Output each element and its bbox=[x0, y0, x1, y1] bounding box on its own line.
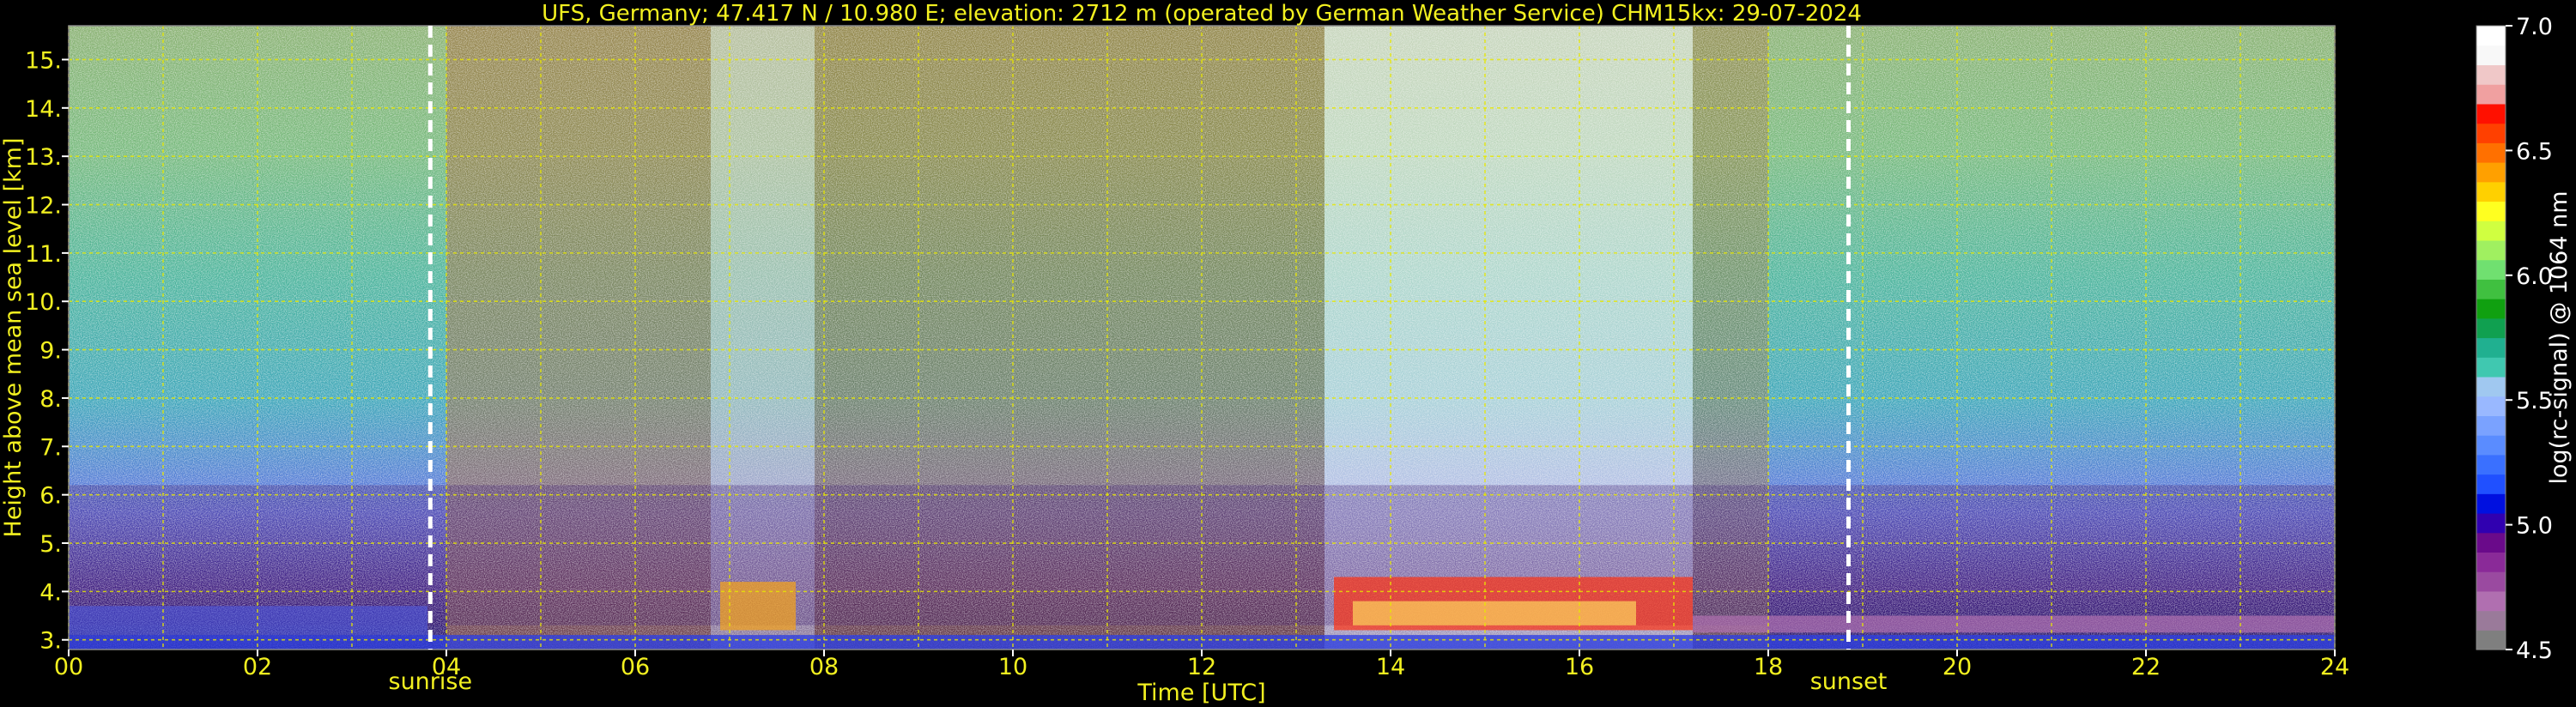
y-tick-label: 14. bbox=[25, 96, 62, 123]
colorbar-swatch bbox=[2476, 103, 2506, 124]
chart-canvas: UFS, Germany; 47.417 N / 10.980 E; eleva… bbox=[0, 1, 2573, 706]
colorbar-swatch bbox=[2476, 493, 2506, 514]
y-tick-label: 6. bbox=[39, 483, 62, 510]
x-tick-label: 16 bbox=[1565, 654, 1594, 680]
colorbar-swatch bbox=[2476, 396, 2506, 416]
x-tick-label: 12 bbox=[1187, 654, 1216, 680]
colorbar-swatch bbox=[2476, 571, 2506, 592]
colorbar-swatch bbox=[2476, 162, 2506, 183]
colorbar-swatch bbox=[2476, 181, 2506, 202]
colorbar-swatch bbox=[2476, 610, 2506, 631]
y-tick-label: 3. bbox=[39, 628, 62, 655]
chart-title: UFS, Germany; 47.417 N / 10.980 E; eleva… bbox=[542, 1, 1862, 27]
colorbar-swatch bbox=[2476, 142, 2506, 163]
x-tick-label: 02 bbox=[243, 654, 272, 680]
cloud-core bbox=[1353, 601, 1636, 625]
y-tick-label: 15. bbox=[25, 47, 62, 74]
x-tick-label: 22 bbox=[2131, 654, 2161, 680]
colorbar-swatch bbox=[2476, 415, 2506, 436]
cloud-layer bbox=[720, 582, 796, 631]
evening-layer bbox=[1693, 615, 2335, 633]
colorbar-swatch bbox=[2476, 201, 2506, 221]
colorbar-swatch bbox=[2476, 239, 2506, 261]
colorbar-swatch bbox=[2476, 590, 2506, 612]
x-tick-label: 08 bbox=[809, 654, 839, 680]
y-tick-label: 9. bbox=[39, 338, 62, 365]
colorbar-swatch bbox=[2476, 64, 2506, 85]
colorbar-label: log(rc-signal) @ 1064 nm bbox=[2546, 190, 2573, 484]
plot-area bbox=[68, 25, 2336, 650]
x-tick-label: 06 bbox=[621, 654, 650, 680]
colorbar: 4.55.05.56.06.57.0 bbox=[2476, 14, 2553, 664]
y-tick-label: 7. bbox=[39, 434, 62, 461]
x-axis-label: Time [UTC] bbox=[1136, 680, 1265, 706]
colorbar-swatch bbox=[2476, 84, 2506, 105]
y-tick-label: 13. bbox=[25, 144, 62, 171]
colorbar-tick-label: 6.5 bbox=[2516, 138, 2553, 165]
x-tick-label: 14 bbox=[1376, 654, 1405, 680]
y-tick-label: 10. bbox=[25, 289, 62, 316]
colorbar-swatch bbox=[2476, 279, 2506, 299]
y-tick-label: 4. bbox=[39, 579, 62, 606]
y-tick-label: 8. bbox=[39, 386, 62, 413]
colorbar-swatch bbox=[2476, 474, 2506, 494]
colorbar-swatch bbox=[2476, 512, 2506, 534]
x-tick-label: 10 bbox=[998, 654, 1027, 680]
ceilometer-chart: UFS, Germany; 47.417 N / 10.980 E; eleva… bbox=[0, 0, 2576, 707]
x-tick-label: 20 bbox=[1943, 654, 1972, 680]
x-tick-label: 24 bbox=[2320, 654, 2349, 680]
y-tick-label: 11. bbox=[25, 241, 62, 268]
colorbar-swatch bbox=[2476, 123, 2506, 143]
colorbar-swatch bbox=[2476, 532, 2506, 553]
colorbar-tick-label: 7.0 bbox=[2516, 14, 2553, 40]
sunrise-label: sunrise bbox=[389, 668, 473, 695]
colorbar-swatch bbox=[2476, 317, 2506, 339]
colorbar-swatch bbox=[2476, 221, 2506, 241]
x-tick-label: 18 bbox=[1754, 654, 1783, 680]
y-tick-label: 12. bbox=[25, 193, 62, 220]
colorbar-swatch bbox=[2476, 454, 2506, 475]
colorbar-swatch bbox=[2476, 45, 2506, 66]
y-tick-label: 5. bbox=[39, 531, 62, 558]
y-axis-ticks: 3. 4. 5. 6. 7. 8. 9. 10. 11. 12. 13. 14. 15. bbox=[25, 47, 69, 655]
x-tick-label: 00 bbox=[54, 654, 83, 680]
morning-layer bbox=[69, 606, 427, 636]
colorbar-swatch bbox=[2476, 552, 2506, 572]
colorbar-swatch bbox=[2476, 435, 2506, 456]
colorbar-tick-label: 4.5 bbox=[2516, 638, 2553, 664]
colorbar-swatch bbox=[2476, 259, 2506, 280]
colorbar-swatch bbox=[2476, 299, 2506, 319]
sunset-label: sunset bbox=[1810, 668, 1888, 695]
colorbar-swatch bbox=[2476, 376, 2506, 397]
y-axis-label: Height above mean sea level [km] bbox=[0, 138, 27, 538]
colorbar-swatch bbox=[2476, 357, 2506, 378]
colorbar-swatch bbox=[2476, 630, 2506, 650]
colorbar-tick-label: 5.0 bbox=[2516, 513, 2553, 540]
colorbar-swatch bbox=[2476, 337, 2506, 358]
colorbar-swatch bbox=[2476, 26, 2506, 46]
